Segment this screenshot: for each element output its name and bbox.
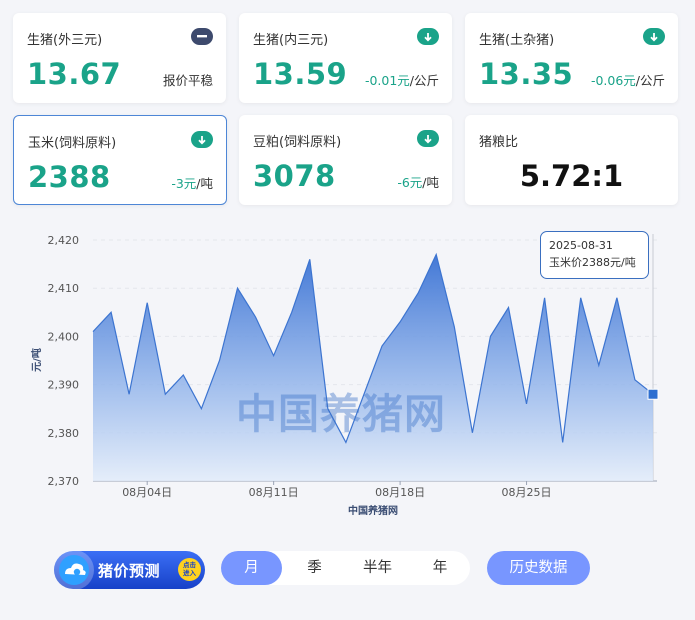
card-value: 13.35 (479, 57, 574, 91)
down-arrow-icon (643, 28, 665, 45)
price-forecast-button[interactable]: 猪价预测 点击 进入 (54, 550, 205, 590)
cloud-forecast-icon (54, 550, 94, 590)
price-card-neisanyuan[interactable]: 生猪(内三元) 13.59 -0.01元/公斤 (239, 13, 452, 103)
y-axis-label: 元/吨 (30, 348, 43, 372)
delta-amount: -6元 (397, 175, 423, 190)
down-arrow-icon (417, 28, 439, 45)
tab-month[interactable]: 月 (221, 551, 282, 585)
chart-watermark: 中国养猪网 (236, 390, 446, 438)
badge-line-1: 点击 (183, 561, 196, 569)
tab-quarter[interactable]: 季 (284, 551, 345, 585)
delta-amount: -3元 (171, 176, 197, 191)
ratio-value: 5.72:1 (519, 159, 624, 193)
card-value: 3078 (253, 159, 336, 193)
card-name: 生猪(土杂猪) (479, 33, 555, 48)
y-tick-label: 2,400 (48, 330, 80, 343)
card-delta: -0.06元/公斤 (591, 70, 665, 89)
card-name: 生猪(内三元) (253, 33, 329, 48)
price-card-tuzazhu[interactable]: 生猪(土杂猪) 13.35 -0.06元/公斤 (465, 13, 678, 103)
price-card-waisanyuan[interactable]: 生猪(外三元) 13.67 报价平稳 (13, 13, 226, 103)
x-tick-label: 08月18日 (375, 486, 425, 499)
promo-label: 猪价预测 (98, 562, 161, 580)
price-chart[interactable]: 2,420 2,410 2,400 2,390 2,380 2,370 08月04日 08月… (0, 222, 695, 522)
price-card-corn[interactable]: 玉米(饲料原料) 2388 -3元/吨 (13, 115, 227, 205)
x-tick-label: 08月04日 (122, 486, 172, 499)
history-data-button[interactable]: 历史数据 (487, 551, 590, 585)
period-tabs: 月 季 半年 年 (221, 551, 470, 585)
tab-year[interactable]: 年 (410, 551, 470, 585)
delta-unit: /公斤 (635, 73, 665, 88)
flat-minus-icon (191, 28, 213, 45)
y-tick-label: 2,370 (48, 475, 80, 488)
x-tick-label: 08月11日 (249, 486, 299, 499)
x-tick-label: 08月25日 (502, 486, 552, 499)
delta-amount: -0.06元 (590, 73, 636, 88)
card-name: 猪粮比 (479, 135, 519, 150)
card-name: 生猪(外三元) (27, 33, 103, 48)
y-tick-label: 2,380 (48, 427, 80, 440)
delta-amount: -0.01元 (364, 73, 410, 88)
card-delta: -3元/吨 (171, 173, 213, 192)
y-tick-label: 2,390 (48, 379, 80, 392)
tooltip-date: 2025-08-31 (549, 239, 613, 252)
down-arrow-icon (417, 130, 439, 147)
card-value: 13.59 (253, 57, 348, 91)
price-card-pig-grain-ratio[interactable]: 猪粮比 5.72:1 (465, 115, 678, 205)
last-point-marker (647, 388, 659, 400)
card-note: 报价平稳 (162, 73, 213, 88)
card-name: 玉米(饲料原料) (28, 136, 117, 151)
y-tick-label: 2,410 (48, 282, 80, 295)
badge-line-2: 进入 (183, 569, 196, 577)
delta-unit: /吨 (196, 176, 213, 191)
card-value: 2388 (28, 160, 111, 194)
tooltip-text: 玉米价2388元/吨 (549, 256, 636, 269)
y-tick-label: 2,420 (48, 234, 80, 247)
chart-tooltip: 2025-08-31 玉米价2388元/吨 (540, 231, 649, 279)
delta-unit: /吨 (422, 175, 439, 190)
down-arrow-icon (191, 131, 213, 148)
x-axis-label: 中国养猪网 (348, 504, 398, 517)
promo-enter-badge: 点击 进入 (178, 558, 201, 581)
delta-unit: /公斤 (409, 73, 439, 88)
tab-half-year[interactable]: 半年 (347, 551, 408, 585)
card-delta: -0.01元/公斤 (365, 70, 439, 89)
card-delta: -6元/吨 (397, 172, 439, 191)
card-name: 豆粕(饲料原料) (253, 135, 342, 150)
card-value: 13.67 (27, 57, 122, 91)
price-card-soymeal[interactable]: 豆粕(饲料原料) 3078 -6元/吨 (239, 115, 452, 205)
